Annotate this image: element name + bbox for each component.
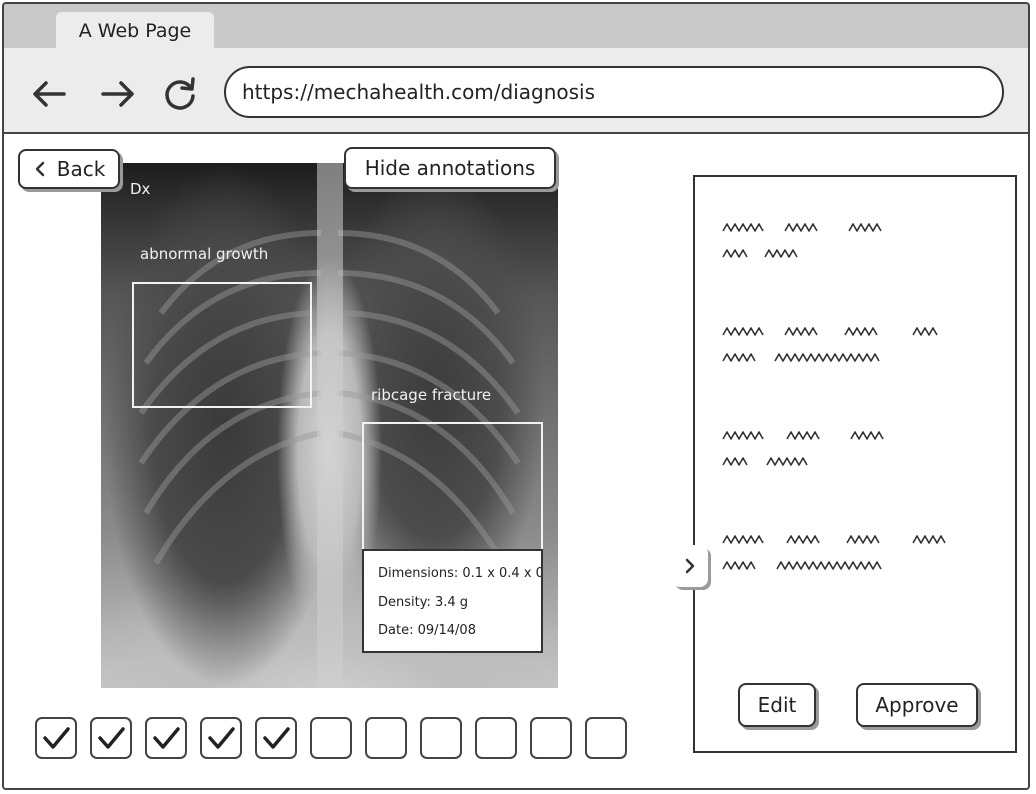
- browser-frame: [2, 2, 1030, 790]
